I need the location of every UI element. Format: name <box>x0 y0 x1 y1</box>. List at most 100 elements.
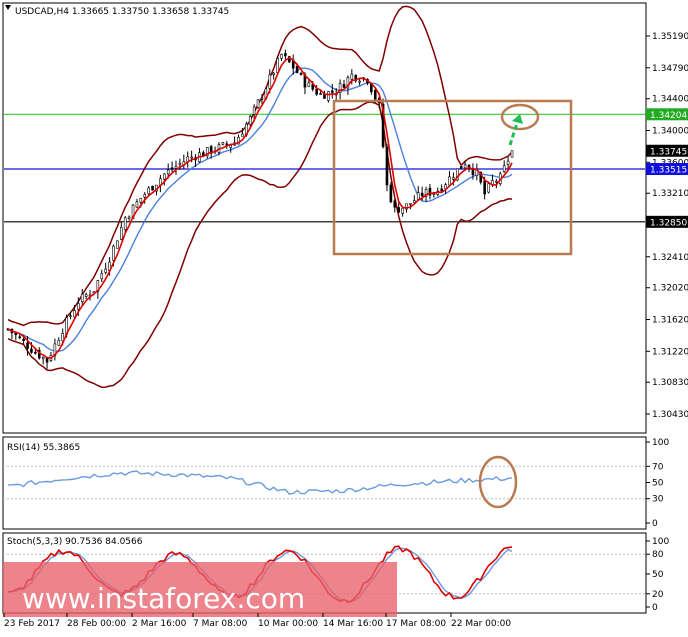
rsi-tick-label: 50 <box>652 479 664 489</box>
candle-body <box>448 176 451 186</box>
candle-body <box>330 90 334 93</box>
candle-body <box>135 201 139 208</box>
y-tick-label: 1.34000 <box>652 127 688 137</box>
candle-body <box>252 106 256 115</box>
candle-body <box>241 133 244 137</box>
x-tick-label: 2 Mar 16:00 <box>132 619 187 629</box>
chart-window: 1.351901.347901.344001.340001.336001.332… <box>0 0 688 633</box>
candle-body <box>248 116 252 125</box>
candle-body <box>373 90 377 100</box>
candle-body <box>452 177 455 180</box>
candle-body <box>57 340 61 346</box>
candle-body <box>190 156 193 159</box>
candle-body <box>440 188 443 192</box>
candle-body <box>18 336 22 339</box>
y-tick-label: 1.30830 <box>652 378 688 388</box>
candle-body <box>45 357 49 363</box>
stoch-tick-label: 100 <box>652 537 669 547</box>
watermark-text: www.instaforex.com <box>22 582 305 615</box>
level-badge-label: 1.32850 <box>650 218 687 228</box>
x-tick-label: 28 Feb 00:00 <box>67 619 126 629</box>
rsi-tick-label: 100 <box>652 438 669 448</box>
level-badge-label: 1.33515 <box>650 166 687 176</box>
x-tick-label: 7 Mar 08:00 <box>193 619 248 629</box>
stoch-tick-label: 20 <box>652 590 664 600</box>
x-tick-label: 17 Mar 08:00 <box>386 619 446 629</box>
stoch-tick-label: 0 <box>652 603 658 613</box>
y-tick-label: 1.31620 <box>652 316 688 326</box>
main-title: USDCAD,H4 1.33665 1.33750 1.33658 1.3374… <box>15 7 229 17</box>
rsi-title: RSI(14) 55.3865 <box>7 443 80 453</box>
candle-body <box>26 342 29 349</box>
candle-body <box>73 310 76 318</box>
candle-body <box>147 187 150 195</box>
candle-body <box>358 80 361 83</box>
candle-body <box>166 169 170 175</box>
candle-body <box>104 268 107 273</box>
candle-body <box>256 99 260 108</box>
y-tick-label: 1.32020 <box>652 284 688 294</box>
candle-body <box>502 165 506 172</box>
candle-body <box>393 200 397 208</box>
candle-body <box>295 66 299 74</box>
x-tick-label: 22 Mar 00:00 <box>451 619 511 629</box>
candle-body <box>139 197 143 203</box>
rsi-tick-label: 30 <box>652 495 664 505</box>
y-tick-label: 1.30430 <box>652 410 688 420</box>
y-tick-label: 1.31220 <box>652 347 688 357</box>
candle-body <box>178 162 182 165</box>
rsi-panel-frame <box>2 436 647 530</box>
candle-body <box>30 348 33 353</box>
x-tick-label: 10 Mar 00:00 <box>258 619 318 629</box>
candle-body <box>459 166 463 169</box>
candle-body <box>342 84 346 88</box>
candle-body <box>120 227 123 240</box>
y-tick-label: 1.33210 <box>652 189 688 199</box>
candle-body <box>84 294 88 297</box>
candle-body <box>487 183 490 193</box>
candle-body <box>268 74 272 89</box>
candle-body <box>420 192 424 197</box>
candle-body <box>389 184 393 203</box>
candle-body <box>22 338 25 341</box>
candle-body <box>112 245 115 261</box>
candle-body <box>350 73 354 80</box>
rsi-tick-label: 70 <box>652 462 664 472</box>
candle-body <box>41 357 45 360</box>
candle-body <box>151 185 154 191</box>
candle-body <box>127 216 131 219</box>
candle-body <box>123 217 127 230</box>
candle-body <box>483 180 486 195</box>
candle-body <box>229 145 232 148</box>
x-tick-label: 23 Feb 2017 <box>4 619 60 629</box>
candle-body <box>315 88 318 95</box>
candle-body <box>506 160 510 166</box>
candle-body <box>100 273 104 280</box>
candle-body <box>80 293 84 303</box>
candle-body <box>69 315 72 318</box>
candle-body <box>510 150 514 158</box>
candle-body <box>276 58 279 73</box>
candle-body <box>221 142 225 145</box>
candle-body <box>307 82 311 87</box>
y-tick-label: 1.32410 <box>652 253 688 263</box>
candle-body <box>34 351 37 354</box>
candle-body <box>14 333 18 336</box>
chart-canvas: 1.351901.347901.344001.340001.336001.332… <box>2 2 688 629</box>
candle-body <box>162 173 166 180</box>
main-panel-frame <box>2 2 647 434</box>
candle-body <box>284 53 287 57</box>
candle-body <box>385 146 389 186</box>
candle-body <box>280 54 283 59</box>
candle-body <box>409 203 412 205</box>
candle-body <box>116 240 119 249</box>
candle-body <box>397 207 400 213</box>
candle-body <box>272 72 275 75</box>
x-tick-label: 14 Mar 16:00 <box>323 619 383 629</box>
candle-body <box>495 180 498 183</box>
candle-body <box>299 73 303 75</box>
candle-body <box>327 91 330 101</box>
candle-body <box>319 93 322 95</box>
candle-body <box>260 97 264 100</box>
stoch-tick-label: 50 <box>652 570 664 580</box>
